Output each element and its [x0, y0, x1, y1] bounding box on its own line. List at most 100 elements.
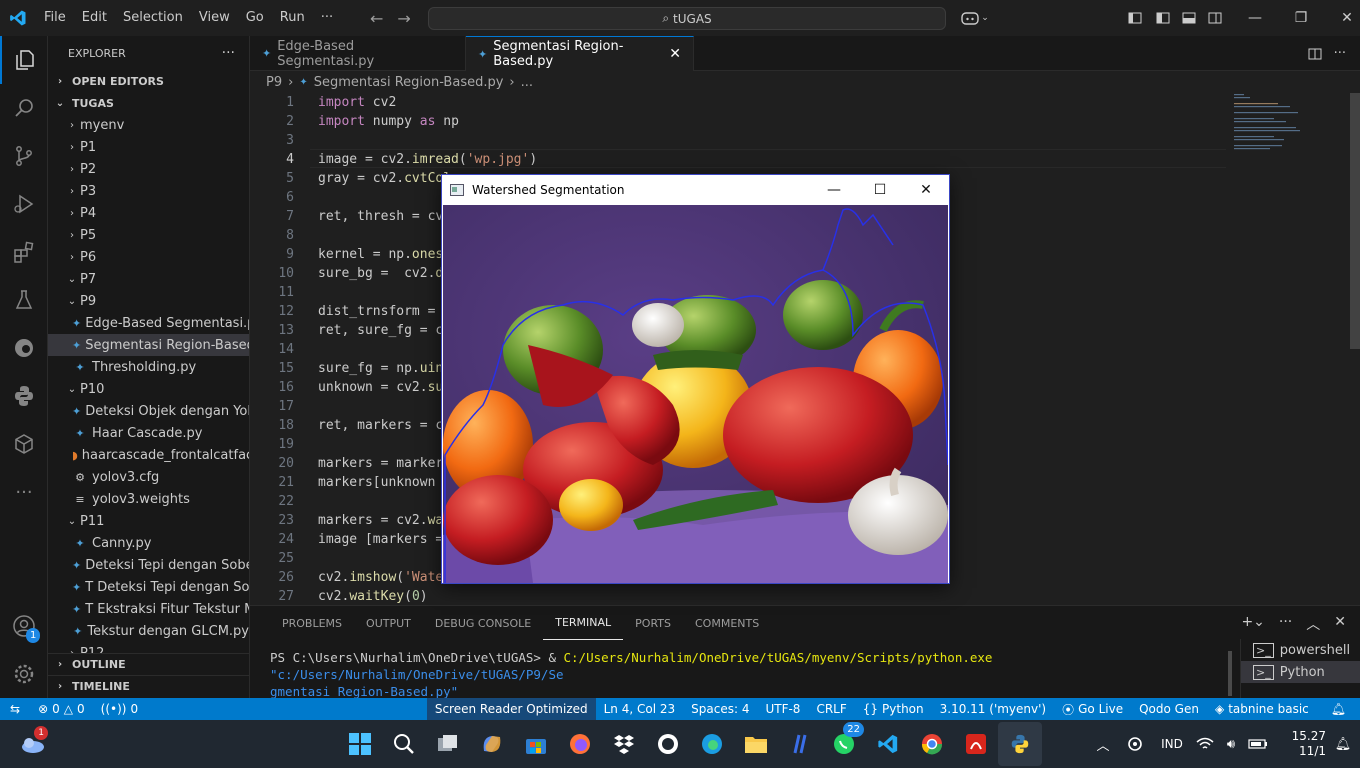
panel-tab-problems[interactable]: PROBLEMS — [270, 606, 354, 640]
github-desktop-icon[interactable] — [646, 722, 690, 766]
menu-edit[interactable]: Edit — [74, 0, 115, 36]
toggle-sidebar-icon[interactable] — [1150, 0, 1176, 36]
whatsapp-icon[interactable]: 22 — [822, 722, 866, 766]
more-views-icon[interactable]: ··· — [0, 468, 48, 516]
cube-icon[interactable] — [0, 420, 48, 468]
breadcrumb-symbol[interactable]: ... — [521, 75, 533, 90]
folder-item[interactable]: › P2 — [48, 158, 249, 180]
explorer-more-icon[interactable]: ··· — [222, 45, 235, 61]
clock[interactable]: 15.27 11/1 — [1272, 729, 1326, 759]
volume-icon[interactable]: 🔊︎ — [1218, 722, 1244, 766]
close-tab-icon[interactable]: ✕ — [669, 46, 681, 62]
menu-go[interactable]: Go — [238, 0, 272, 36]
folder-item[interactable]: ⌄ P11 — [48, 510, 249, 532]
menu-file[interactable]: File — [36, 0, 74, 36]
panel-tab-output[interactable]: OUTPUT — [354, 606, 423, 640]
file-item[interactable]: ✦ Haar Cascade.py — [48, 422, 249, 444]
popup-maximize-icon[interactable]: ☐ — [857, 175, 903, 205]
folder-item[interactable]: ⌄ P9 — [48, 290, 249, 312]
microsoft-store-icon[interactable] — [514, 722, 558, 766]
language-indicator[interactable]: IND — [1152, 722, 1192, 766]
panel-tab-comments[interactable]: COMMENTS — [683, 606, 771, 640]
screen-reader-status[interactable]: Screen Reader Optimized — [426, 698, 596, 720]
encoding[interactable]: UTF-8 — [757, 698, 808, 720]
file-item[interactable]: ✦Segmentasi Region-Based... — [48, 334, 249, 356]
folder-item[interactable]: ⌄ P7 — [48, 268, 249, 290]
file-item[interactable]: ✦ T Deteksi Tepi dengan So... — [48, 576, 249, 598]
forward-arrow-icon[interactable]: → — [397, 9, 410, 28]
breadcrumb-file[interactable]: Segmentasi Region-Based.py — [314, 75, 504, 90]
terminal-slash-icon[interactable] — [778, 722, 822, 766]
file-item[interactable]: ✦T Ekstraksi Fitur Tekstur M... — [48, 598, 249, 620]
search-view-icon[interactable] — [0, 84, 48, 132]
file-item[interactable]: ✦ Edge-Based Segmentasi.py — [48, 312, 249, 334]
open-editors-section[interactable]: › OPEN EDITORS — [48, 70, 249, 92]
tray-chevron-up-icon[interactable]: ︿ — [1088, 722, 1118, 766]
menu-selection[interactable]: Selection — [115, 0, 191, 36]
extensions-icon[interactable] — [0, 228, 48, 276]
popup-minimize-icon[interactable]: — — [811, 175, 857, 205]
watershed-window[interactable]: Watershed Segmentation — ☐ ✕ — [441, 174, 950, 584]
command-center-search[interactable]: ⌕ tUGAS — [428, 7, 946, 30]
edge-icon[interactable] — [690, 722, 734, 766]
taskbar-search-icon[interactable] — [382, 722, 426, 766]
tray-app-icon[interactable] — [1118, 722, 1152, 766]
vscode-taskbar-icon[interactable] — [866, 722, 910, 766]
workspace-root[interactable]: ⌄ TUGAS — [48, 92, 249, 114]
source-control-icon[interactable] — [0, 132, 48, 180]
weather-widget-icon[interactable]: 1 — [10, 722, 54, 766]
problems-status[interactable]: ⊗ 0 △ 0 — [30, 698, 93, 720]
menu-more[interactable]: ··· — [313, 0, 341, 36]
terminal-scrollbar[interactable] — [1228, 651, 1232, 696]
breadcrumb-folder[interactable]: P9 — [266, 75, 282, 90]
toggle-secondary-sidebar-icon[interactable] — [1202, 0, 1228, 36]
notifications-bell-icon[interactable]: 🔔︎ — [1317, 698, 1360, 720]
cursor-position[interactable]: Ln 4, Col 23 — [596, 698, 684, 720]
indentation[interactable]: Spaces: 4 — [683, 698, 757, 720]
timeline-section[interactable]: › TIMELINE — [48, 675, 249, 697]
start-windows-icon[interactable] — [338, 722, 382, 766]
file-item[interactable]: ✦ Thresholding.py — [48, 356, 249, 378]
notification-center-icon[interactable]: 🔔︎ — [1326, 722, 1360, 766]
file-item[interactable]: ◗ haarcascade_frontalcatfac... — [48, 444, 249, 466]
line-ending[interactable]: CRLF — [808, 698, 854, 720]
folder-item[interactable]: › P3 — [48, 180, 249, 202]
file-item[interactable]: ⚙ yolov3.cfg — [48, 466, 249, 488]
folder-item[interactable]: › P5 — [48, 224, 249, 246]
folder-item[interactable]: › P4 — [48, 202, 249, 224]
python-interpreter[interactable]: 3.10.11 ('myenv') — [932, 698, 1054, 720]
terminal-item-powershell[interactable]: >_ powershell — [1241, 639, 1360, 661]
folder-item[interactable]: › myenv — [48, 114, 249, 136]
close-window-icon[interactable]: ✕ — [1324, 0, 1360, 36]
folder-item[interactable]: ⌄ P10 — [48, 378, 249, 400]
go-live[interactable]: ⦿ Go Live — [1054, 698, 1131, 720]
panel-tab-terminal[interactable]: TERMINAL — [543, 606, 624, 640]
menu-run[interactable]: Run — [272, 0, 313, 36]
panel-tab-ports[interactable]: PORTS — [623, 606, 683, 640]
run-debug-icon[interactable] — [0, 180, 48, 228]
acrobat-icon[interactable] — [954, 722, 998, 766]
restore-icon[interactable]: ❐ — [1278, 0, 1324, 36]
chrome-icon[interactable] — [910, 722, 954, 766]
editor-scrollbar[interactable] — [1350, 93, 1360, 349]
layout-customize-icon[interactable] — [1120, 0, 1150, 36]
file-item[interactable]: ✦ Tekstur dengan GLCM.py — [48, 620, 249, 642]
dropbox-icon[interactable] — [602, 722, 646, 766]
toggle-panel-icon[interactable] — [1176, 0, 1202, 36]
terminal-item-python[interactable]: >_ Python — [1241, 661, 1360, 683]
folder-item[interactable]: › P1 — [48, 136, 249, 158]
manage-gear-icon[interactable] — [0, 650, 48, 698]
remote-icon[interactable]: ⇆ — [0, 698, 30, 720]
copilot-app-icon[interactable] — [470, 722, 514, 766]
accounts-icon[interactable]: 1 — [0, 602, 48, 650]
panel-more-icon[interactable]: ··· — [1279, 614, 1292, 634]
python-icon[interactable] — [0, 372, 48, 420]
edge-devtools-icon[interactable] — [0, 324, 48, 372]
firefox-icon[interactable] — [558, 722, 602, 766]
battery-icon[interactable] — [1244, 722, 1272, 766]
file-item[interactable]: ✦ Deteksi Objek dengan Yol... — [48, 400, 249, 422]
ports-status[interactable]: ((•)) 0 — [93, 698, 146, 720]
minimize-icon[interactable]: — — [1232, 0, 1278, 36]
copilot-icon[interactable]: ⌄ — [955, 0, 995, 36]
maximize-panel-icon[interactable]: ︿ — [1306, 614, 1320, 634]
